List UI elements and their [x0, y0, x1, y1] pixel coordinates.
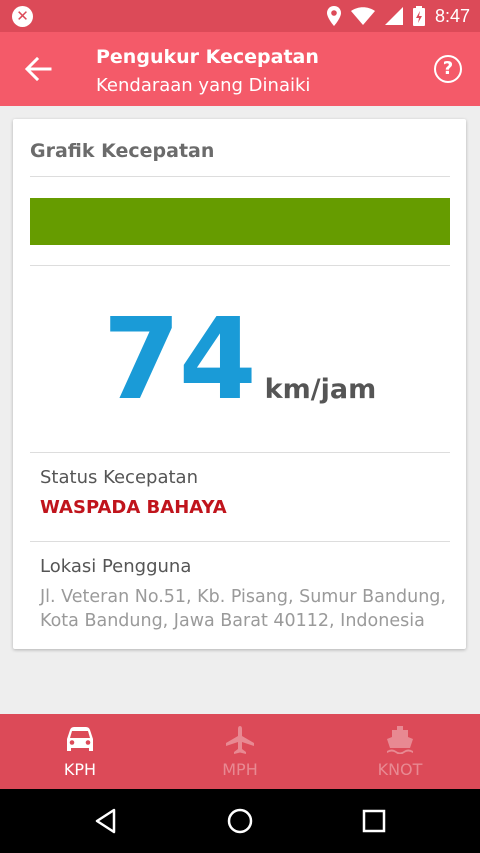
recents-square-icon[interactable] — [360, 807, 388, 835]
location-icon — [326, 6, 341, 26]
divider — [30, 176, 450, 177]
system-navigation-bar — [0, 789, 480, 853]
battery-icon — [412, 6, 425, 26]
home-circle-icon[interactable] — [226, 807, 254, 835]
speed-unit: km/jam — [264, 374, 377, 405]
nav-item-knot[interactable]: KNOT — [320, 714, 480, 789]
ship-icon — [387, 726, 413, 754]
status-bar: ✕ 8:47 — [0, 0, 480, 32]
system-icons: 8:47 — [326, 0, 470, 32]
nav-item-mph[interactable]: MPH — [160, 714, 320, 789]
clock: 8:47 — [434, 5, 470, 26]
location-label: Lokasi Pengguna — [40, 556, 192, 577]
status-value: WASPADA BAHAYA — [40, 497, 227, 518]
divider — [30, 265, 450, 266]
app-bar: Pengukur Kecepatan Kendaraan yang Dinaik… — [0, 32, 480, 106]
page-subtitle: Kendaraan yang Dinaiki — [96, 75, 311, 96]
back-triangle-icon[interactable] — [92, 807, 120, 835]
car-icon — [67, 727, 93, 751]
speed-card: Grafik Kecepatan 74 km/jam Status Kecepat… — [13, 119, 466, 649]
location-value: Jl. Veteran No.51, Kb. Pisang, Sumur Ban… — [40, 587, 446, 631]
speed-bar-fill — [30, 198, 450, 245]
nav-item-kph[interactable]: KPH — [0, 714, 160, 789]
wifi-icon — [350, 7, 375, 25]
speed-bar — [30, 198, 450, 245]
help-icon[interactable]: ? — [434, 55, 462, 83]
back-arrow-icon[interactable] — [24, 57, 52, 81]
nav-label: KPH — [63, 760, 97, 779]
status-label: Status Kecepatan — [40, 467, 198, 488]
signal-icon — [384, 7, 403, 25]
divider — [30, 452, 450, 453]
divider — [30, 541, 450, 542]
chart-heading: Grafik Kecepatan — [30, 140, 215, 162]
notification-close-icon: ✕ — [12, 6, 33, 27]
page-title: Pengukur Kecepatan — [96, 46, 319, 68]
bottom-navigation: KPH MPH KNOT — [0, 714, 480, 789]
speed-value: 74 — [102, 295, 257, 425]
nav-label: KNOT — [377, 760, 423, 779]
airplane-icon — [226, 726, 254, 754]
speed-readout: 74 km/jam — [13, 304, 466, 416]
nav-label: MPH — [222, 760, 258, 779]
